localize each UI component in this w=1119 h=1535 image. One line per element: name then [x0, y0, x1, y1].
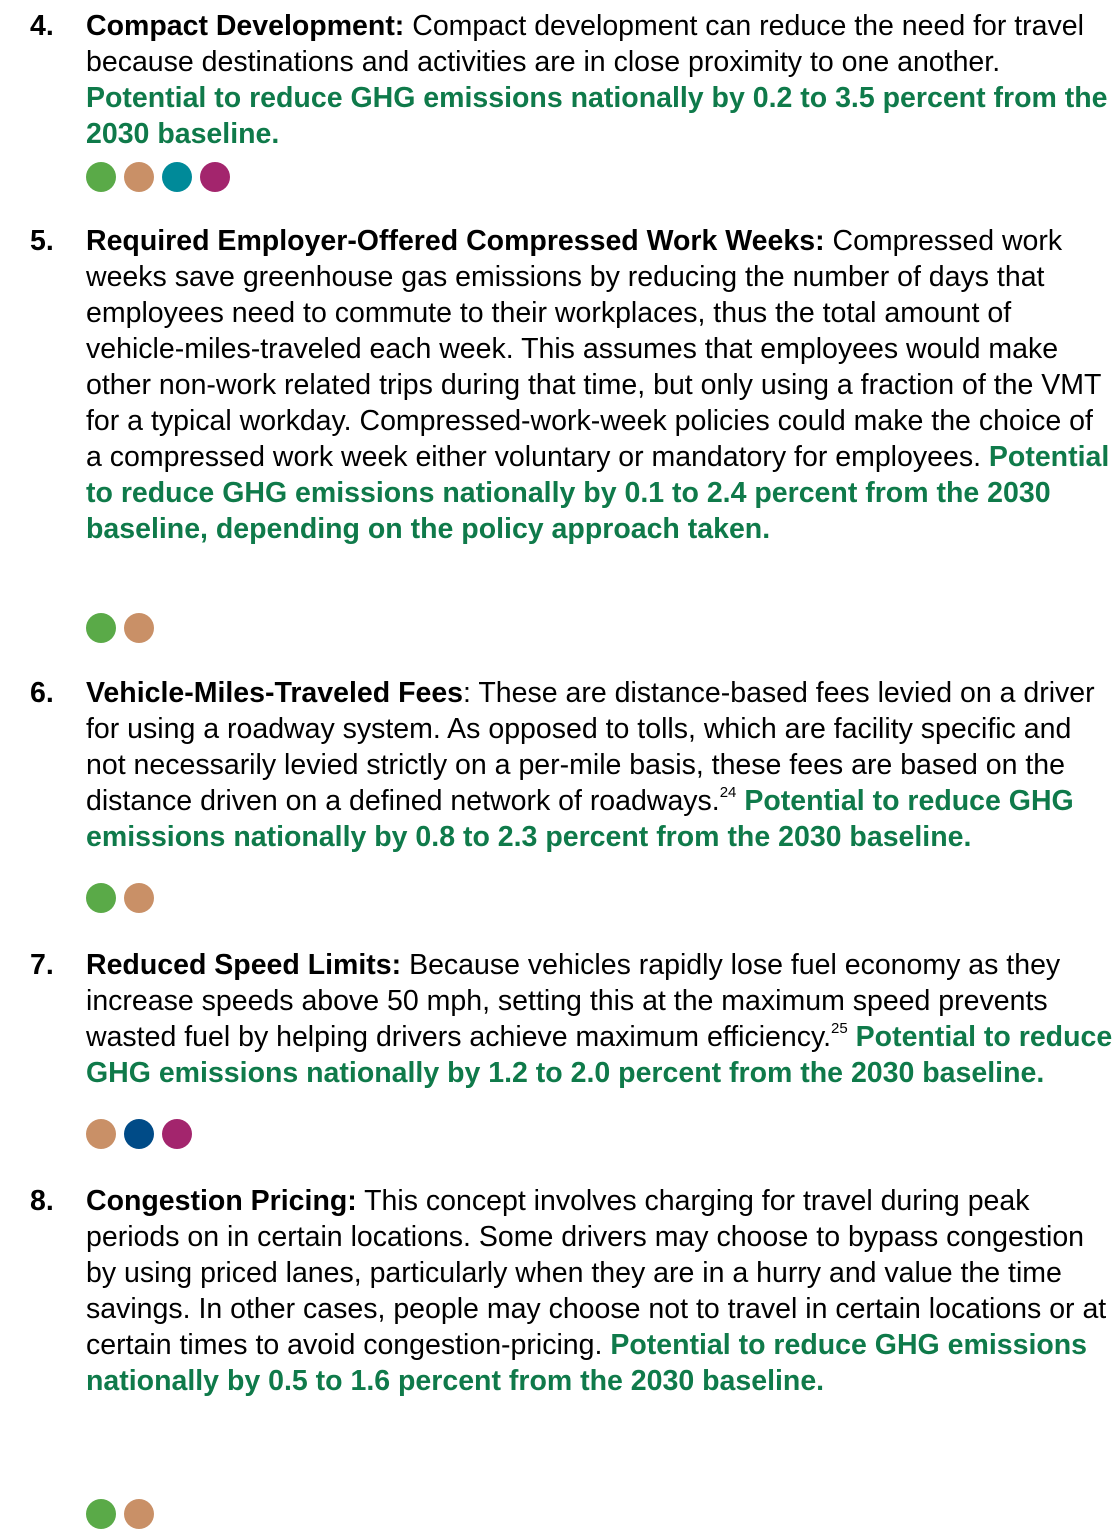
item-description: Compressed work weeks save greenhouse ga… [86, 225, 1101, 473]
item-title: Compact Development: [86, 10, 405, 42]
item-number: 7. [30, 949, 54, 981]
item-title: Vehicle-Miles-Traveled Fees [86, 677, 464, 709]
green-dot-icon [86, 613, 116, 643]
item-number: 5. [30, 225, 54, 257]
item-title: Reduced Speed Limits: [86, 949, 402, 981]
footnote-ref: 24 [719, 784, 737, 801]
item-title: Required Employer-Offered Compressed Wor… [86, 225, 825, 257]
category-dots [86, 613, 162, 643]
navy-dot-icon [124, 1119, 154, 1149]
item-number: 4. [30, 10, 54, 42]
teal-dot-icon [162, 162, 192, 192]
category-dots [86, 1119, 200, 1149]
category-dots [86, 883, 162, 913]
tan-dot-icon [124, 613, 154, 643]
item-body: Required Employer-Offered Compressed Wor… [86, 223, 1116, 547]
item-body: Vehicle-Miles-Traveled Fees: These are d… [86, 675, 1116, 855]
category-dots [86, 1499, 162, 1529]
category-dots [86, 162, 238, 192]
item-body: Congestion Pricing: This concept involve… [86, 1183, 1116, 1399]
item-body: Reduced Speed Limits: Because vehicles r… [86, 947, 1116, 1091]
magenta-dot-icon [162, 1119, 192, 1149]
green-dot-icon [86, 162, 116, 192]
item-potential: Potential to reduce GHG emissions nation… [86, 82, 1108, 150]
footnote-ref: 25 [831, 1020, 848, 1037]
tan-dot-icon [86, 1119, 116, 1149]
item-title: Congestion Pricing: [86, 1185, 357, 1217]
item-body: Compact Development: Compact development… [86, 8, 1116, 152]
green-dot-icon [86, 1499, 116, 1529]
item-number: 8. [30, 1185, 54, 1217]
green-dot-icon [86, 883, 116, 913]
tan-dot-icon [124, 883, 154, 913]
tan-dot-icon [124, 162, 154, 192]
item-number: 6. [30, 677, 54, 709]
magenta-dot-icon [200, 162, 230, 192]
tan-dot-icon [124, 1499, 154, 1529]
